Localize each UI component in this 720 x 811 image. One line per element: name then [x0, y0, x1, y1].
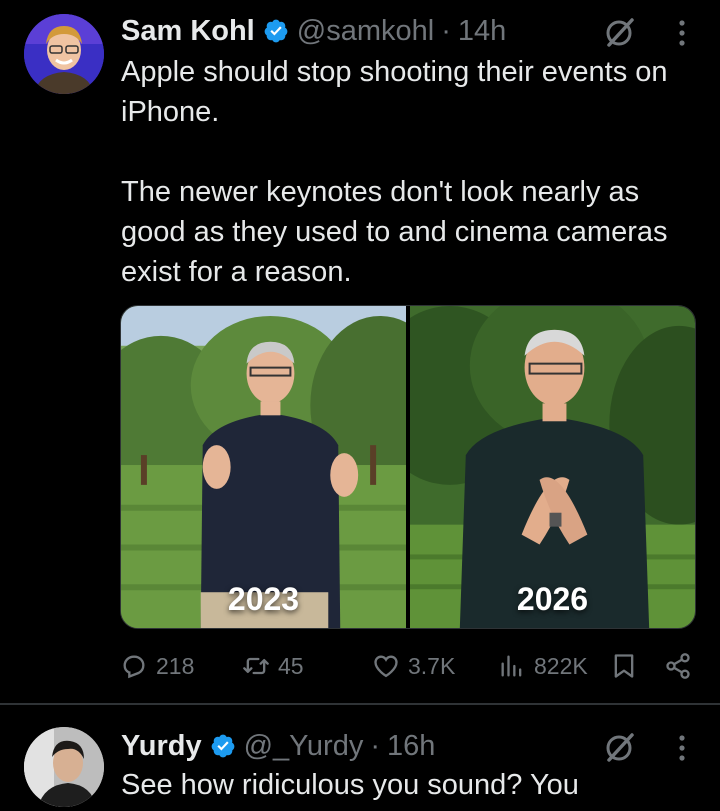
verified-badge-icon [264, 19, 288, 43]
grok-icon[interactable] [602, 731, 636, 765]
tweet-header: Yurdy @_Yurdy · 16h [121, 729, 435, 763]
author-name[interactable]: Yurdy [121, 730, 202, 763]
tweet-paragraph: See how ridiculous you sound? You [121, 769, 579, 801]
like-button[interactable]: 3.7K [372, 648, 455, 684]
views-button[interactable]: 822K [498, 648, 588, 684]
reply-count: 218 [156, 652, 195, 679]
separator: · [370, 729, 380, 762]
tweet-text: See how ridiculous you sound? You [121, 765, 701, 805]
avatar[interactable] [24, 14, 104, 94]
separator: · [441, 14, 451, 47]
author-handle[interactable]: @_Yurdy [244, 730, 364, 763]
image-label: 2026 [516, 581, 589, 617]
tweet[interactable]: Sam Kohl @samkohl · 14h Apple should sto… [0, 0, 720, 704]
action-bar: 218 45 3.7K 822K [120, 648, 700, 684]
image-label: 2023 [227, 581, 300, 617]
bookmark-icon [614, 654, 634, 678]
tweet-text: Apple should stop shooting their events … [121, 52, 701, 292]
author-handle[interactable]: @samkohl [297, 15, 434, 48]
repost-icon [243, 657, 269, 675]
image-panel-right: 2026 [410, 306, 695, 628]
tweet-paragraph: The newer keynotes don't look nearly as … [121, 176, 668, 288]
like-count: 3.7K [408, 652, 456, 679]
timestamp[interactable]: 16h [387, 730, 435, 763]
tweet-image[interactable]: 2023 2026 [120, 305, 696, 629]
image-panel-left: 2023 [121, 306, 406, 628]
repost-button[interactable]: 45 [242, 648, 304, 684]
timestamp[interactable]: 14h [458, 15, 506, 48]
share-icon [666, 653, 690, 679]
view-count: 822K [534, 652, 588, 679]
reply-icon [123, 655, 145, 679]
tweet-header: Sam Kohl @samkohl · 14h [121, 14, 506, 48]
tweet[interactable]: Yurdy @_Yurdy · 16h See how ridiculous y… [0, 705, 720, 811]
more-options-icon[interactable] [676, 16, 688, 50]
heart-icon [374, 655, 398, 678]
more-options-icon[interactable] [676, 731, 688, 765]
avatar[interactable] [24, 727, 104, 807]
grok-icon[interactable] [602, 16, 636, 50]
tweet-paragraph: Apple should stop shooting their events … [121, 56, 668, 128]
views-icon [501, 655, 522, 677]
verified-badge-icon [211, 734, 234, 758]
bookmark-button[interactable] [610, 648, 638, 684]
repost-count: 45 [278, 652, 304, 679]
reply-button[interactable]: 218 [120, 648, 194, 684]
share-button[interactable] [664, 648, 692, 684]
author-name[interactable]: Sam Kohl [121, 15, 255, 48]
